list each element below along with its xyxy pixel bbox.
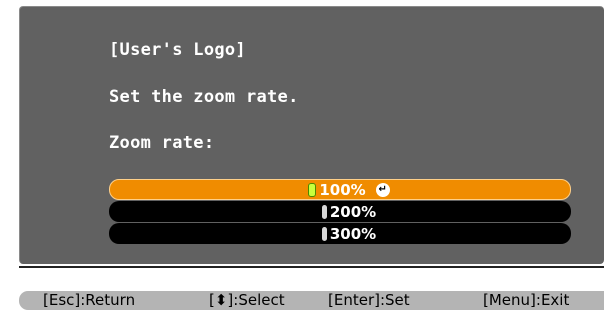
radio-selected-icon (308, 182, 317, 197)
help-return: [Esc]:Return (43, 291, 136, 309)
zoom-rate-options: 100% ↵ 200% 300% (109, 179, 571, 245)
option-label: 100% (319, 180, 366, 199)
zoom-rate-label: Zoom rate: (109, 133, 215, 153)
help-exit: [Menu]:Exit (483, 291, 570, 309)
divider (19, 266, 604, 268)
dialog-panel: [User's Logo] Set the zoom rate. Zoom ra… (19, 6, 604, 264)
option-label: 300% (329, 224, 377, 243)
help-bar: [Esc]:Return [⬍]:Select [Enter]:Set [Men… (19, 291, 604, 310)
option-label: 200% (329, 202, 377, 221)
dialog-prompt: Set the zoom rate. (109, 87, 299, 107)
enter-icon: ↵ (375, 182, 390, 197)
option-200[interactable]: 200% (109, 201, 571, 222)
help-select: [⬍]:Select (209, 291, 285, 309)
option-300[interactable]: 300% (109, 223, 571, 244)
dialog-title: [User's Logo] (109, 40, 246, 60)
radio-unselected-icon (321, 204, 327, 219)
radio-unselected-icon (321, 226, 327, 241)
option-100[interactable]: 100% ↵ (109, 179, 571, 200)
help-set: [Enter]:Set (328, 291, 410, 309)
